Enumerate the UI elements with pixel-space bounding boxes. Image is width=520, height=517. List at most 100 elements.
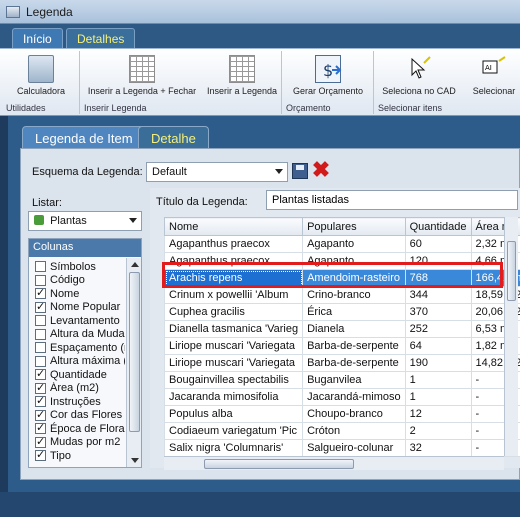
delete-icon[interactable]: ✖ xyxy=(311,159,331,181)
listar-label: Listar: xyxy=(32,197,62,209)
col-header-populares[interactable]: Populares xyxy=(302,217,406,236)
esquema-select[interactable]: Default xyxy=(146,162,288,182)
ribbon-group-selecionar-itens: Seleciona no CAD AI Selecionar Seleciona… xyxy=(376,51,520,114)
checkbox[interactable] xyxy=(35,342,46,353)
checkbox[interactable] xyxy=(35,355,46,367)
column-option[interactable]: Altura da Muda xyxy=(35,328,125,341)
listar-select[interactable]: Plantas xyxy=(28,211,142,231)
column-option-label: Tipo xyxy=(50,449,71,462)
column-option[interactable]: Instruções xyxy=(35,395,125,408)
col-header-quantidade[interactable]: Quantidade xyxy=(404,217,472,236)
seleciona-no-cad-button[interactable]: Seleciona no CAD xyxy=(380,55,458,96)
table-cell: 64 xyxy=(404,337,472,355)
checkbox[interactable] xyxy=(35,274,46,286)
table-icon xyxy=(229,55,255,83)
save-icon[interactable] xyxy=(292,163,308,179)
checkbox[interactable] xyxy=(35,436,46,448)
column-option-label: Altura máxima ( xyxy=(50,355,125,367)
column-option[interactable]: Levantamento xyxy=(35,314,125,327)
scroll-up-icon[interactable] xyxy=(131,262,139,267)
column-option[interactable]: Época de Floraçã xyxy=(35,422,125,435)
table-cell: 120 xyxy=(404,252,472,270)
table-row[interactable]: Bougainvillea spectabilis Buganvilea 1- xyxy=(163,371,520,389)
table-row[interactable]: Arachis repens Amendoim-rasteiro 768 166,41… xyxy=(163,269,520,287)
table-header-row: Nome Populares Quantidade Área m2 xyxy=(163,217,520,236)
gerar-orcamento-button[interactable]: $ Gerar Orçamento xyxy=(286,55,370,96)
titulo-input[interactable] xyxy=(266,190,518,210)
table-cell: Jacarandá-mimoso xyxy=(302,388,406,406)
checkbox[interactable] xyxy=(35,287,46,299)
ribbon-tab-detalhes[interactable]: Detalhes xyxy=(66,28,136,48)
group-label: Inserir Legenda xyxy=(84,103,147,113)
table-row[interactable]: Liriope muscari 'Variegata Barba-de-serpe… xyxy=(163,337,520,355)
table-cell: Bougainvillea spectabilis xyxy=(163,371,304,389)
column-option[interactable]: Símbolos xyxy=(35,260,125,273)
column-option[interactable]: Espaçamento (m xyxy=(35,341,125,354)
tab-detalhe[interactable]: Detalhe xyxy=(138,126,209,148)
column-option[interactable]: Cor das Flores xyxy=(35,409,125,422)
col-header-nome[interactable]: Nome xyxy=(163,217,304,236)
calculadora-button[interactable]: Calculadora xyxy=(8,55,74,96)
table-cell: Cuphea gracilis xyxy=(163,303,304,321)
table-cell: 2 xyxy=(404,422,472,440)
checkbox[interactable] xyxy=(35,422,46,434)
table-row[interactable]: Jacaranda mimosifolia Jacarandá-mimoso 1- xyxy=(163,388,520,406)
scroll-thumb[interactable] xyxy=(204,459,354,469)
column-option[interactable]: Mudas por m2 xyxy=(35,436,125,449)
table-cell: Crino-branco xyxy=(302,286,406,304)
column-option-label: Símbolos xyxy=(50,260,96,273)
table-cell: Salgueiro-colunar xyxy=(302,439,406,457)
inserir-legenda-button[interactable]: Inserir a Legenda xyxy=(206,55,278,96)
column-option[interactable]: Tipo xyxy=(35,449,125,462)
budget-icon: $ xyxy=(315,55,342,83)
group-label: Selecionar itens xyxy=(378,103,443,113)
column-option[interactable]: Código xyxy=(35,274,125,287)
scroll-thumb[interactable] xyxy=(129,272,140,432)
table-row[interactable]: Agapanthus praecox Agapanto 60 2,32 m2 xyxy=(163,235,520,253)
column-option[interactable]: Nome xyxy=(35,287,125,300)
table-row[interactable]: Codiaeum variegatum 'Pic Cróton 2- xyxy=(163,422,520,440)
selecionar-button[interactable]: AI Selecionar xyxy=(468,55,520,96)
checkbox[interactable] xyxy=(35,449,46,461)
colunas-scrollbar[interactable] xyxy=(126,258,141,467)
table-cell: Liriope muscari 'Variegata xyxy=(163,354,304,372)
table-row[interactable]: Dianella tasmanica 'Varieg Dianela 252 6,53… xyxy=(163,320,520,338)
column-option-label: Nome xyxy=(50,287,80,300)
table-cell: 370 xyxy=(404,303,472,321)
plants-table[interactable]: Nome Populares Quantidade Área m2 Agapan… xyxy=(163,217,520,457)
column-option[interactable]: Altura máxima ( xyxy=(35,355,125,368)
table-vscrollbar[interactable] xyxy=(504,217,518,456)
table-icon xyxy=(129,55,155,83)
checkbox[interactable] xyxy=(35,261,46,272)
ribbon-tab-inicio[interactable]: Início xyxy=(12,28,63,48)
checkbox[interactable] xyxy=(35,301,46,313)
column-option-label: Instruções xyxy=(50,395,101,408)
inserir-legenda-fechar-button[interactable]: Inserir a Legenda + Fechar xyxy=(86,55,198,96)
table-row[interactable]: Agapanthus praecox Agapanto 120 4,66 m2 xyxy=(163,252,520,270)
table-row[interactable]: Populus alba Choupo-branco 12- xyxy=(163,405,520,423)
table-cell: Cróton xyxy=(302,422,406,440)
checkbox[interactable] xyxy=(35,409,46,421)
tab-legenda-de-item[interactable]: Legenda de Item xyxy=(22,126,146,148)
group-label: Orçamento xyxy=(286,103,331,113)
scroll-down-icon[interactable] xyxy=(131,458,139,463)
table-row[interactable]: Liriope muscari 'Variegata Barba-de-serpe… xyxy=(163,354,520,372)
checkbox[interactable] xyxy=(35,328,46,340)
table-row[interactable]: Salix nigra 'Columnaris' Salgueiro-coluna… xyxy=(163,439,520,457)
table-cell: 60 xyxy=(404,235,472,253)
scroll-thumb[interactable] xyxy=(507,241,516,301)
table-cell: Arachis repens xyxy=(163,269,304,287)
table-cell: Barba-de-serpente xyxy=(302,354,406,372)
table-hscrollbar[interactable] xyxy=(164,456,504,470)
checkbox[interactable] xyxy=(35,382,46,394)
column-option[interactable]: Quantidade xyxy=(35,368,125,381)
column-option[interactable]: Nome Popular xyxy=(35,301,125,314)
checkbox[interactable] xyxy=(35,368,46,380)
column-option[interactable]: Área (m2) xyxy=(35,382,125,395)
ribbon: Calculadora Utilidades Inserir a Legenda… xyxy=(0,48,520,116)
checkbox[interactable] xyxy=(35,395,46,407)
table-cell: Dianella tasmanica 'Varieg xyxy=(163,320,304,338)
table-row[interactable]: Cuphea gracilis Érica 370 20,06 m2 xyxy=(163,303,520,321)
checkbox[interactable] xyxy=(35,315,46,326)
table-row[interactable]: Crinum x powellii 'Album Crino-branco 344 1… xyxy=(163,286,520,304)
